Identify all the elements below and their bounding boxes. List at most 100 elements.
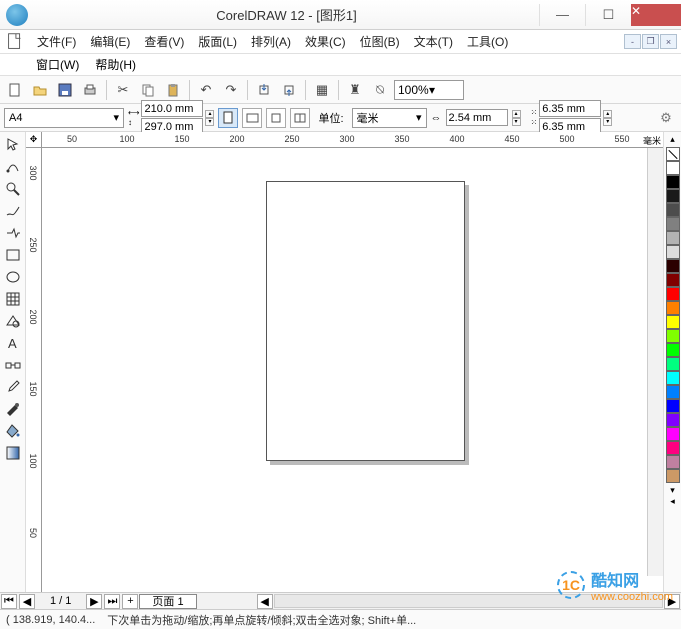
landscape-button[interactable] — [242, 108, 262, 128]
graph-paper-tool[interactable] — [2, 288, 24, 310]
maximize-button[interactable]: ☐ — [585, 4, 631, 26]
zoom-combo[interactable]: 100%▾ — [394, 80, 464, 100]
menu-effects[interactable]: 效果(C) — [298, 33, 353, 50]
swatch[interactable] — [666, 287, 680, 301]
options-button[interactable]: ⚙ — [655, 107, 677, 129]
import-button[interactable] — [253, 79, 275, 101]
swatch[interactable] — [666, 203, 680, 217]
rectangle-tool[interactable] — [2, 244, 24, 266]
text-tool[interactable]: A — [2, 332, 24, 354]
save-button[interactable] — [54, 79, 76, 101]
titlebar: CorelDRAW 12 - [图形1] — ☐ ✕ — [0, 0, 681, 30]
app-launcher-button[interactable]: ▦ — [311, 79, 333, 101]
page[interactable] — [266, 181, 465, 461]
menu-edit[interactable]: 编辑(E) — [83, 33, 137, 50]
next-page-button[interactable]: ▶ — [86, 594, 102, 609]
paste-button[interactable] — [162, 79, 184, 101]
undo-button[interactable]: ↶ — [195, 79, 217, 101]
swatch[interactable] — [666, 455, 680, 469]
page-width-input[interactable]: 210.0 mm — [141, 100, 203, 117]
swatch[interactable] — [666, 175, 680, 189]
horizontal-ruler[interactable]: 毫米50100150200250300350400450500550 — [42, 132, 663, 148]
hscroll-left[interactable]: ◀ — [257, 594, 273, 609]
copy-button[interactable] — [137, 79, 159, 101]
basic-shapes-tool[interactable] — [2, 310, 24, 332]
ruler-origin[interactable]: ✥ — [26, 132, 42, 148]
last-page-button[interactable]: ⏭ — [104, 594, 120, 609]
vertical-scrollbar[interactable] — [647, 148, 663, 576]
swatch[interactable] — [666, 413, 680, 427]
swatch[interactable] — [666, 245, 680, 259]
menu-help[interactable]: 帮助(H) — [87, 56, 144, 73]
canvas-viewport[interactable] — [42, 148, 647, 592]
menu-view[interactable]: 查看(V) — [137, 33, 191, 50]
status-bar: ( 138.919, 140.4... 下次单击为拖动/缩放;再单点旋转/倾斜;… — [0, 609, 681, 629]
swatch[interactable] — [666, 189, 680, 203]
zoom-tool[interactable] — [2, 178, 24, 200]
swatch[interactable] — [666, 217, 680, 231]
smart-draw-tool[interactable] — [2, 222, 24, 244]
minimize-button[interactable]: — — [539, 4, 585, 26]
palette-flyout[interactable]: ◂ — [670, 496, 675, 507]
interactive-fill-tool[interactable] — [2, 442, 24, 464]
swatch[interactable] — [666, 469, 680, 483]
mdi-restore[interactable]: ❐ — [642, 34, 659, 49]
swatch[interactable] — [666, 399, 680, 413]
nudge-input[interactable]: 2.54 mm — [446, 109, 508, 126]
add-page-button[interactable]: + — [122, 594, 138, 609]
swatch[interactable] — [666, 231, 680, 245]
swatch[interactable] — [666, 371, 680, 385]
new-button[interactable] — [4, 79, 26, 101]
palette-down[interactable]: ▾ — [670, 485, 675, 496]
corel-online-button[interactable]: ♜ — [344, 79, 366, 101]
menu-layout[interactable]: 版面(L) — [191, 33, 244, 50]
menu-arrange[interactable]: 排列(A) — [244, 33, 298, 50]
menu-bitmaps[interactable]: 位图(B) — [353, 33, 407, 50]
pick-tool[interactable] — [2, 134, 24, 156]
swatch[interactable] — [666, 385, 680, 399]
redo-button[interactable]: ↷ — [220, 79, 242, 101]
menu-window[interactable]: 窗口(W) — [28, 56, 87, 73]
unit-combo[interactable]: 毫米▾ — [352, 108, 427, 128]
print-button[interactable] — [79, 79, 101, 101]
first-page-button[interactable]: ⏮ — [1, 594, 17, 609]
swatch[interactable] — [666, 329, 680, 343]
ellipse-tool[interactable] — [2, 266, 24, 288]
palette-up[interactable]: ▴ — [670, 134, 675, 145]
menu-file[interactable]: 文件(F) — [30, 33, 83, 50]
cut-button[interactable]: ✂ — [112, 79, 134, 101]
close-button[interactable]: ✕ — [631, 4, 681, 26]
swatch[interactable] — [666, 343, 680, 357]
pages-toggle-2[interactable] — [290, 108, 310, 128]
mdi-close[interactable]: × — [660, 34, 677, 49]
pages-toggle-1[interactable] — [266, 108, 286, 128]
freehand-tool[interactable] — [2, 200, 24, 222]
swatch[interactable] — [666, 315, 680, 329]
swatch[interactable] — [666, 161, 680, 175]
duplicate-x-input[interactable]: 6.35 mm — [539, 100, 601, 117]
menu-tools[interactable]: 工具(O) — [460, 33, 515, 50]
swatch[interactable] — [666, 441, 680, 455]
swatch[interactable] — [666, 301, 680, 315]
swatch[interactable] — [666, 427, 680, 441]
shape-tool[interactable] — [2, 156, 24, 178]
swatch[interactable] — [666, 273, 680, 287]
mdi-minimize[interactable]: - — [624, 34, 641, 49]
eyedropper-tool[interactable] — [2, 376, 24, 398]
outline-tool[interactable] — [2, 398, 24, 420]
page-tab-1[interactable]: 页面 1 — [139, 594, 196, 609]
swatch[interactable] — [666, 357, 680, 371]
menu-text[interactable]: 文本(T) — [407, 33, 460, 50]
swatch-none[interactable] — [666, 147, 680, 161]
export-button[interactable] — [278, 79, 300, 101]
unit-label: 单位: — [318, 110, 343, 126]
open-button[interactable] — [29, 79, 51, 101]
portrait-button[interactable] — [218, 108, 238, 128]
fill-tool[interactable] — [2, 420, 24, 442]
prev-page-button[interactable]: ◀ — [19, 594, 35, 609]
interactive-blend-tool[interactable] — [2, 354, 24, 376]
whatsthis-button[interactable]: ⍉ — [369, 79, 391, 101]
vertical-ruler[interactable]: 30025020015010050 — [26, 148, 42, 592]
swatch[interactable] — [666, 259, 680, 273]
paper-size-combo[interactable]: A4▾ — [4, 108, 124, 128]
